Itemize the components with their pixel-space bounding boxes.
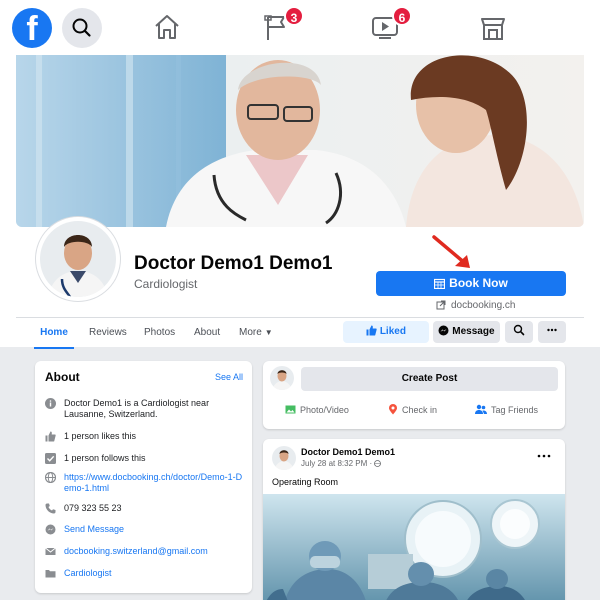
about-row-likes: 1 person likes this [45,431,245,443]
about-card: About See All Doctor Demo1 is a Cardiolo… [35,361,252,593]
page-title: Doctor Demo1 Demo1 [134,253,333,274]
about-row-follows: 1 person follows this [45,453,245,465]
tab-more[interactable]: More ▼ [239,319,273,349]
booking-website-text: docbooking.ch [451,300,516,311]
pages-nav-button[interactable]: 3 [262,6,304,42]
doctor-portrait [40,221,116,297]
post-image[interactable] [263,494,565,600]
about-row-description: Doctor Demo1 is a Cardiologist near Laus… [45,398,245,422]
facebook-logo-letter: f [26,10,38,48]
more-options-button[interactable] [538,321,566,343]
folder-icon [45,570,56,578]
create-post-button[interactable]: Create Post [301,367,558,391]
thumbs-up-icon [45,431,56,442]
page-header: Doctor Demo1 Demo1 Cardiologist Book Now… [0,55,600,349]
search-icon [513,324,525,336]
about-phone-text: 079 323 55 23 [64,503,122,513]
tag-friends-icon [475,404,487,414]
post-author[interactable]: Doctor Demo1 Demo1 [301,447,395,457]
post-text: Operating Room [272,477,339,487]
home-icon [155,15,179,39]
check-in-option[interactable]: Check in [388,404,437,415]
search-icon [72,18,91,37]
marketplace-icon [481,18,505,40]
facebook-logo[interactable]: f [12,8,52,48]
avatar[interactable] [272,446,296,470]
about-row-website[interactable]: https://www.docbooking.ch/doctor/Demo-1-… [45,472,245,496]
tab-about[interactable]: About [194,319,220,349]
red-arrow-annotation [432,235,470,268]
about-row-category[interactable]: Cardiologist [45,568,245,580]
post-card: Doctor Demo1 Demo1 July 28 at 8:32 PM · … [263,439,565,600]
messenger-icon [45,524,56,535]
operating-room-illustration [263,494,565,600]
about-row-send-message[interactable]: Send Message [45,524,245,536]
book-now-button[interactable]: Book Now [376,271,566,296]
tab-reviews[interactable]: Reviews [89,319,127,349]
page-search-button[interactable] [505,321,533,343]
watch-nav-button[interactable]: 6 [370,6,412,42]
create-post-card: Create Post Photo/Video Check in Tag Fri… [263,361,565,429]
message-label: Message [452,326,495,337]
post-timestamp[interactable]: July 28 at 8:32 PM · [301,459,382,468]
about-description-text: Doctor Demo1 is a Cardiologist near Laus… [64,398,210,419]
header-divider [16,317,584,318]
page-category: Cardiologist [134,277,198,291]
tab-more-label: More [239,327,262,338]
cover-photo[interactable] [16,55,584,227]
checkbox-icon [45,453,56,464]
photo-video-option[interactable]: Photo/Video [285,404,349,415]
tab-photos[interactable]: Photos [144,319,175,349]
thumbs-up-icon [366,325,377,336]
about-see-all-link[interactable]: See All [215,372,243,382]
message-button[interactable]: Message [433,321,500,343]
doctor-portrait-small [270,366,294,390]
globe-icon [374,460,382,467]
cover-photo-illustration [16,55,584,227]
about-follows-text: 1 person follows this [64,453,146,463]
caret-down-icon: ▼ [264,328,273,337]
top-navigation-bar: f 3 6 [0,0,600,55]
about-title: About [45,370,80,384]
notification-badge: 3 [284,6,304,26]
post-timestamp-text: July 28 at 8:32 PM · [301,459,375,468]
about-row-email[interactable]: docbooking.switzerland@gmail.com [45,546,245,558]
profile-avatar[interactable] [36,217,120,301]
avatar [270,366,294,390]
liked-label: Liked [379,326,406,337]
about-send-message-link[interactable]: Send Message [64,524,244,535]
book-now-label: Book Now [449,276,508,290]
about-row-phone: 079 323 55 23 [45,503,245,515]
post-options-button[interactable] [537,448,551,462]
booking-website-link[interactable]: docbooking.ch [436,300,516,311]
tag-friends-label: Tag Friends [491,405,539,415]
doctor-portrait-small [272,446,296,470]
email-icon [45,547,56,555]
messenger-icon [438,325,449,336]
more-dots-icon [537,454,551,458]
tag-friends-option[interactable]: Tag Friends [475,404,538,415]
search-button[interactable] [62,8,102,48]
about-email-link[interactable]: docbooking.switzerland@gmail.com [64,546,244,557]
about-category-link[interactable]: Cardiologist [64,568,244,579]
notification-badge: 6 [392,6,412,26]
photo-video-label: Photo/Video [300,405,349,415]
marketplace-nav-button[interactable] [478,12,508,42]
phone-icon [45,503,56,514]
external-link-icon [436,300,446,310]
calendar-icon [434,278,446,290]
globe-icon [45,472,56,483]
info-icon [45,398,56,409]
more-dots-icon [547,328,557,332]
check-in-label: Check in [402,405,438,415]
home-nav-button[interactable] [152,12,182,42]
tab-home[interactable]: Home [34,319,74,349]
location-pin-icon [389,404,397,415]
photo-icon [285,405,296,414]
about-website-link[interactable]: https://www.docbooking.ch/doctor/Demo-1-… [64,472,244,494]
liked-button[interactable]: Liked [343,321,429,343]
about-likes-text: 1 person likes this [64,431,137,441]
